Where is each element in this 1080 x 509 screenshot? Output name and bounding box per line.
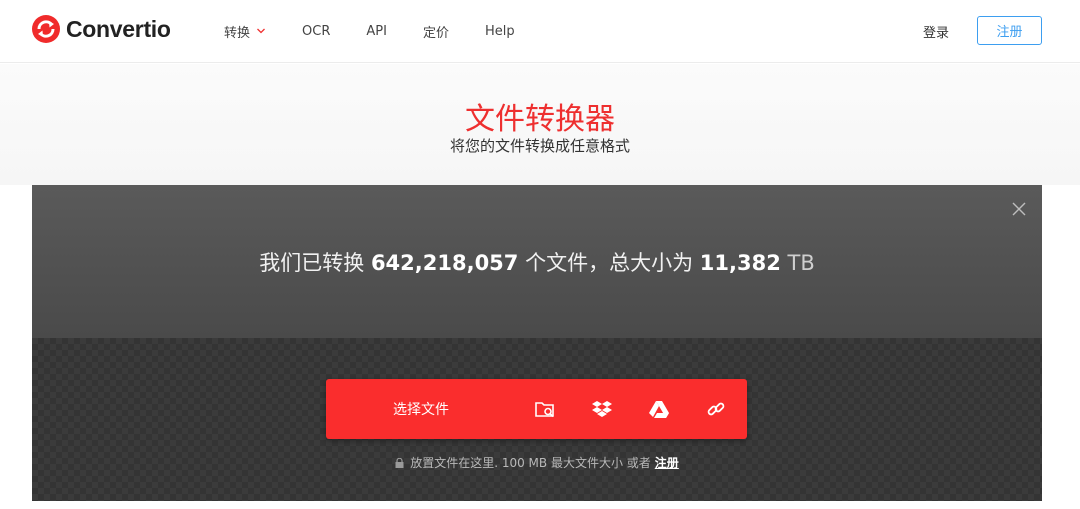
dropbox-icon [591, 401, 612, 417]
stats-middle: 个文件，总大小为 [525, 251, 694, 275]
hero-section: 文件转换器 将您的文件转换成任意格式 [0, 64, 1080, 185]
signup-link[interactable]: 注册 [655, 456, 679, 470]
stats-prefix: 我们已转换 [259, 251, 365, 275]
converter-panel: 我们已转换 642,218,057 个文件，总大小为 11,382 TB 选择文… [32, 185, 1042, 501]
main-nav: 转换 OCR API 定价 Help [224, 0, 551, 62]
nav-ocr-label: OCR [302, 23, 331, 39]
source-computer-button[interactable] [516, 379, 573, 439]
nav-help[interactable]: Help [485, 24, 515, 39]
google-drive-icon [648, 401, 669, 418]
choose-files-bar: 选择文件 [326, 379, 747, 439]
nav-api-label: API [366, 23, 387, 39]
source-dropbox-button[interactable] [573, 379, 630, 439]
drop-note-text: 放置文件在这里. 100 MB 最大文件大小 或者 [410, 456, 651, 470]
folder-search-icon [534, 402, 554, 418]
nav-pricing-label: 定价 [422, 25, 449, 41]
convertio-logo[interactable]: Convertio [32, 15, 171, 43]
chevron-down-icon [257, 28, 265, 34]
page-title: 文件转换器 [465, 102, 615, 137]
nav-help-label: Help [484, 23, 515, 39]
panel-stats-area: 我们已转换 642,218,057 个文件，总大小为 11,382 TB [32, 185, 1042, 338]
login-link[interactable]: 登录 [923, 22, 949, 41]
top-navbar: Convertio 转换 OCR API 定价 Help 登录 注册 [0, 0, 1080, 63]
choose-files-button[interactable]: 选择文件 [326, 399, 516, 419]
logo-text: Convertio [66, 15, 171, 42]
conversion-stats: 我们已转换 642,218,057 个文件，总大小为 11,382 TB [32, 247, 1042, 277]
nav-ocr[interactable]: OCR [302, 24, 330, 39]
page-subtitle: 将您的文件转换成任意格式 [449, 137, 630, 155]
logo-icon [32, 15, 60, 43]
drop-note: 放置文件在这里. 100 MB 最大文件大小 或者 注册 [32, 454, 1042, 471]
close-icon[interactable] [1010, 200, 1028, 218]
nav-pricing[interactable]: 定价 [423, 22, 449, 41]
nav-convert-label: 转换 [224, 25, 251, 41]
total-size: 11,382 [699, 251, 781, 275]
source-google-drive-button[interactable] [630, 379, 687, 439]
nav-api[interactable]: API [366, 24, 387, 39]
nav-convert[interactable]: 转换 [224, 22, 266, 41]
file-count: 642,218,057 [370, 251, 519, 275]
url-link-icon [707, 402, 724, 416]
source-url-button[interactable] [687, 379, 744, 439]
size-unit: TB [787, 251, 815, 275]
lock-icon [395, 458, 404, 468]
signup-button[interactable]: 注册 [977, 16, 1042, 45]
